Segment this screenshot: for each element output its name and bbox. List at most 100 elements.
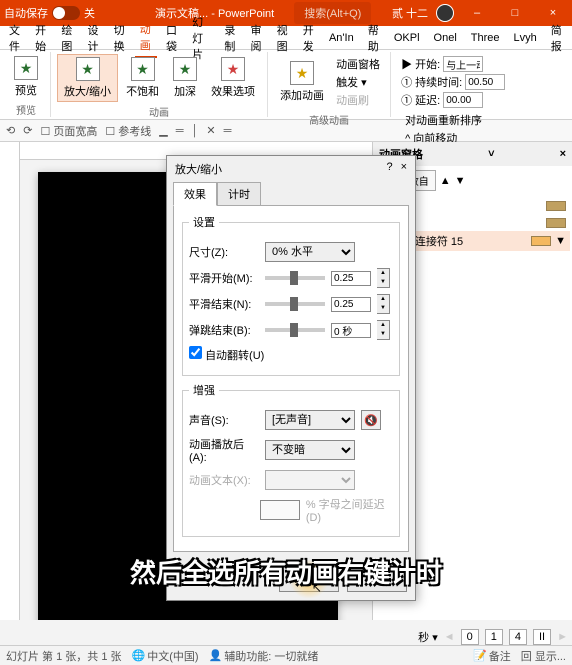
spin-down[interactable]: ▼	[377, 304, 389, 313]
group-label-adv: 高级动画	[274, 110, 384, 127]
group-label-preview: 预览	[8, 100, 44, 117]
qat-item[interactable]: │	[192, 125, 199, 137]
effect-options[interactable]: ★ 效果选项	[205, 54, 261, 102]
user-avatar[interactable]	[436, 4, 454, 22]
qat-item[interactable]: ⟳	[23, 124, 32, 137]
ribbon: ★ 预览 预览 ★ 放大/缩小 ★ 不饱和 ★ 加深 ★ 效果选项 动画	[0, 50, 572, 120]
tab-简报[interactable]: 简报	[546, 19, 568, 57]
accessibility[interactable]: 👤辅助功能: 一切就绪	[209, 648, 319, 664]
notes-button[interactable]: 📝备注	[473, 648, 511, 664]
ribbon-group-timing: ▶ 开始: ① 持续时间: ① 延迟: 对动画重新排序 ^ 向前移动 ˅ 向后移…	[391, 52, 515, 117]
tab-绘图[interactable]: 绘图	[56, 19, 78, 57]
move-down-icon[interactable]: ▼	[455, 175, 466, 187]
tab-帮助[interactable]: 帮助	[363, 19, 385, 57]
tab-文件[interactable]: 文件	[4, 19, 26, 57]
tab-设计[interactable]: 设计	[82, 19, 104, 57]
smooth-start-input[interactable]	[331, 271, 371, 286]
anim-pane-close[interactable]: ×	[560, 148, 566, 160]
user-name[interactable]: 贰 十二	[392, 5, 428, 21]
spin-up[interactable]: ▲	[377, 295, 389, 304]
preview-button[interactable]: ★ 预览	[8, 54, 44, 100]
delay-input[interactable]	[443, 92, 483, 108]
tab-录制[interactable]: 录制	[219, 19, 241, 57]
move-up-icon[interactable]: ▲	[440, 175, 451, 187]
ribbon-group-advanced: ★ 添加动画 动画窗格 触发 ▾ 动画刷 高级动画	[268, 52, 391, 117]
tab-OKPl[interactable]: OKPl	[389, 29, 425, 47]
timeline-scroll: 秒 ▾ ◄ 0 1 4 II ►	[418, 629, 568, 645]
dialog-close-icon[interactable]: ×	[401, 161, 407, 177]
spin-down[interactable]: ▼	[377, 278, 389, 287]
tab-审阅[interactable]: 审阅	[245, 19, 267, 57]
sound-select[interactable]: [无声音]	[265, 410, 355, 430]
qat-item[interactable]: ☐ 参考线	[105, 123, 151, 139]
ribbon-group-preview: ★ 预览 预览	[2, 52, 51, 117]
trigger-button[interactable]: 触发 ▾	[336, 74, 380, 90]
anim-pane-chevron[interactable]: ˅	[488, 148, 494, 160]
seconds-dropdown[interactable]: 秒 ▾	[418, 629, 438, 645]
timeline-0[interactable]: 0	[461, 629, 479, 645]
size-select[interactable]: 0% 水平	[265, 242, 355, 262]
tab-口袋[interactable]: 口袋	[161, 19, 183, 57]
add-animation[interactable]: ★ 添加动画	[274, 54, 330, 110]
smooth-end-slider[interactable]	[265, 302, 325, 306]
qat-item[interactable]: ☐ 页面宽高	[40, 123, 97, 139]
effect-options-dialog: 放大/缩小 ? × 效果 计时 设置 尺寸(Z): 0% 水平 平滑开始(M):…	[166, 155, 416, 601]
tab-视图[interactable]: 视图	[272, 19, 294, 57]
star-icon: ★	[76, 57, 100, 81]
smooth-end-input[interactable]	[331, 297, 371, 312]
autoreverse-checkbox[interactable]: 自动翻转(U)	[189, 346, 264, 363]
bounce-slider[interactable]	[265, 328, 325, 332]
sound-label: 声音(S):	[189, 412, 259, 428]
tab-开始[interactable]: 开始	[30, 19, 52, 57]
delay-label: ① 延迟:	[401, 92, 440, 108]
ok-button[interactable]: 确定 ↖	[279, 566, 339, 592]
minimize-button[interactable]: –	[462, 7, 492, 19]
spin-up[interactable]: ▲	[377, 269, 389, 278]
spin-down[interactable]: ▼	[377, 330, 389, 339]
ruler-vertical	[0, 142, 20, 620]
qat-item[interactable]: ▁	[159, 124, 167, 137]
qat-item[interactable]: ═	[224, 125, 232, 137]
slide-counter[interactable]: 幻灯片 第 1 张，共 1 张	[6, 648, 122, 664]
timeline-end[interactable]: II	[533, 629, 551, 645]
language[interactable]: 🌐中文(中国)	[132, 648, 199, 664]
dialog-help-icon[interactable]: ?	[386, 161, 392, 177]
preview-icon: ★	[14, 56, 38, 80]
anim-pane-button[interactable]: 动画窗格	[336, 56, 380, 72]
bounce-input[interactable]	[331, 323, 371, 338]
timeline-4[interactable]: 4	[509, 629, 527, 645]
anim-desaturate[interactable]: ★ 不饱和	[120, 54, 165, 102]
size-label: 尺寸(Z):	[189, 244, 259, 260]
text-delay-label: % 字母之间延迟(D)	[306, 496, 393, 524]
bounce-label: 弹跳结束(B):	[189, 322, 259, 338]
autosave-toggle[interactable]	[52, 6, 80, 20]
smooth-end-label: 平滑结束(N):	[189, 296, 259, 312]
tab-Three[interactable]: Three	[466, 29, 505, 47]
display-settings[interactable]: 回 显示...	[521, 648, 566, 664]
spin-up[interactable]: ▲	[377, 321, 389, 330]
tab-开发[interactable]: 开发	[298, 19, 320, 57]
close-button[interactable]: ×	[538, 7, 568, 19]
tab-effect[interactable]: 效果	[173, 182, 217, 206]
timeline-1[interactable]: 1	[485, 629, 503, 645]
tab-Lvyh[interactable]: Lvyh	[509, 29, 542, 47]
tab-An'In[interactable]: An'In	[324, 29, 359, 47]
qat-item[interactable]: ═	[176, 125, 184, 137]
start-label: ▶ 开始:	[401, 56, 440, 72]
anim-darken[interactable]: ★ 加深	[167, 54, 203, 102]
star-icon: ★	[173, 57, 197, 81]
tab-切换[interactable]: 切换	[109, 19, 131, 57]
sound-icon-button[interactable]: 🔇	[361, 410, 381, 430]
tab-timing[interactable]: 计时	[217, 182, 261, 206]
qat-item[interactable]: ⟲	[6, 124, 15, 137]
status-bar: 幻灯片 第 1 张，共 1 张 🌐中文(中国) 👤辅助功能: 一切就绪 📝备注 …	[0, 645, 572, 665]
cancel-button[interactable]: 取消	[347, 566, 407, 592]
anim-grow-shrink[interactable]: ★ 放大/缩小	[57, 54, 118, 102]
qat-item[interactable]: ✕	[206, 124, 215, 137]
tab-Onel[interactable]: Onel	[429, 29, 462, 47]
maximize-button[interactable]: □	[500, 7, 530, 19]
duration-input[interactable]	[465, 74, 505, 90]
smooth-start-slider[interactable]	[265, 276, 325, 280]
after-select[interactable]: 不变暗	[265, 440, 355, 460]
start-select[interactable]	[443, 56, 483, 72]
